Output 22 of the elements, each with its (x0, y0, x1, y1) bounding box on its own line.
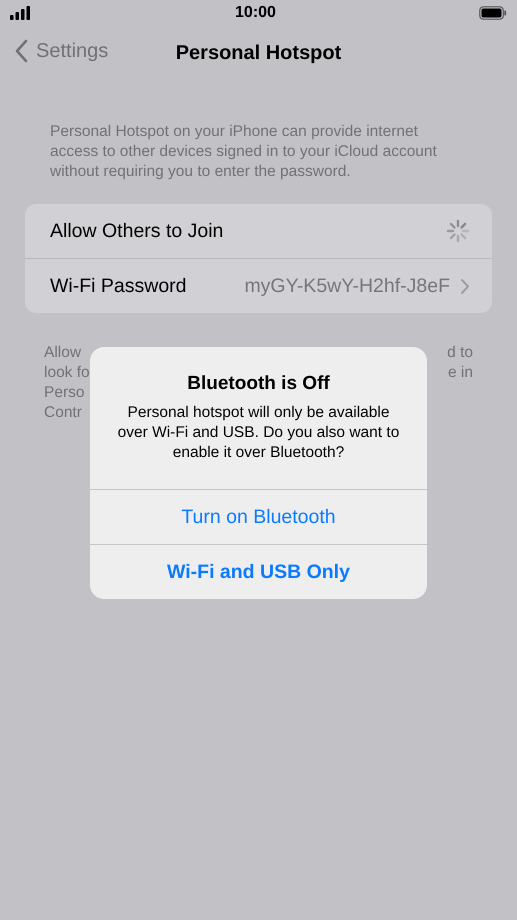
footer-text: Allow (44, 343, 82, 363)
alert-button[interactable]: Turn on Bluetooth (90, 489, 427, 544)
password-value: myGY-K5wY-H2hf-J8eF (243, 274, 450, 298)
battery-icon (479, 6, 507, 20)
alert-button[interactable]: Wi-Fi and USB Only (90, 544, 427, 599)
footer-text: look fo (44, 363, 90, 383)
page-title: Personal Hotspot (176, 42, 342, 64)
description-text: Personal Hotspot on your iPhone can provide internet access to other devices signed in to your iCloud account without requiring you to enter the password. (50, 122, 438, 182)
footer-text: Perso (44, 383, 84, 403)
alert-message: Personal hotspot will only be available over Wi-Fi and USB. Do you also want to enable it over Bluetooth? (116, 403, 400, 463)
alert-title: Bluetooth is Off (186, 373, 331, 395)
chevron-icon[interactable] (460, 278, 470, 294)
footer-text: d to (447, 343, 473, 363)
setting-label[interactable]: Allow Others to Join (50, 220, 224, 242)
back-button[interactable]: Settings (14, 39, 108, 63)
setting-label[interactable]: Wi-Fi Password (50, 274, 187, 298)
status-time: 10:00 (234, 4, 277, 22)
spinner-icon (446, 219, 470, 243)
back-chevron-icon[interactable] (14, 39, 28, 63)
signal-icon (10, 6, 32, 20)
footer-text: Contr (44, 403, 82, 423)
footer-text: e in (448, 363, 473, 383)
